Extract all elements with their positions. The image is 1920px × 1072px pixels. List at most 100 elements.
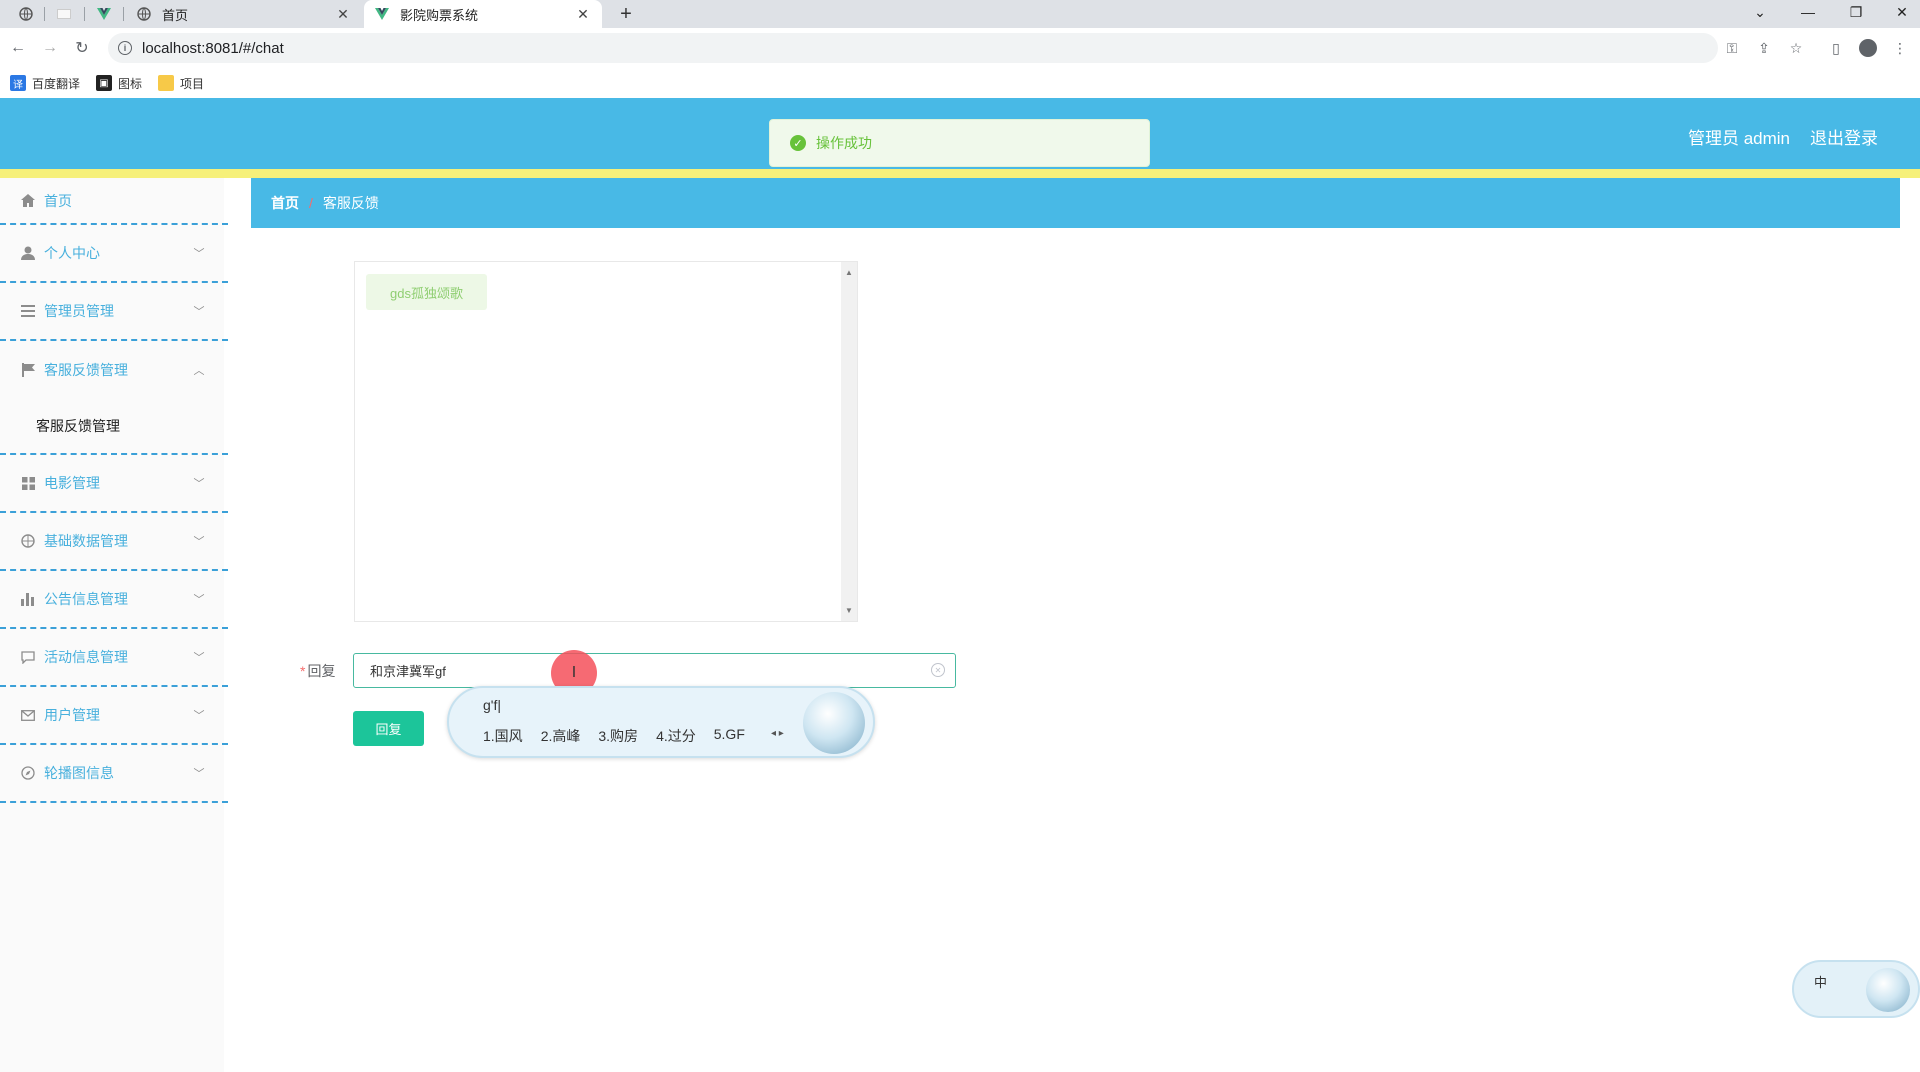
bookmark-label: 百度翻译 <box>32 76 81 91</box>
chat-message-text: gds孤独颂歌 <box>390 285 463 301</box>
sidebar-item-label: 电影管理 <box>44 475 100 491</box>
star-icon[interactable]: ☆ <box>1784 36 1808 60</box>
side-panel-icon[interactable]: ▯ <box>1824 36 1848 60</box>
close-icon[interactable]: ✕ <box>574 5 592 23</box>
sidebar-item-label: 基础数据管理 <box>44 533 128 549</box>
tab-label: 影院购票系统 <box>400 7 479 23</box>
share-icon[interactable]: ⇪ <box>1752 36 1776 60</box>
close-icon[interactable]: ✕ <box>334 5 352 23</box>
pinned-tab-blank[interactable] <box>52 2 76 26</box>
sidebar-item-carousel-info[interactable]: 轮播图信息 ﹀ <box>0 745 228 803</box>
breadcrumb-separator: / <box>309 195 313 211</box>
text-cursor-icon: I <box>571 664 577 681</box>
sidebar-item-label: 公告信息管理 <box>44 591 128 607</box>
ime-candidate[interactable]: 5.GF <box>714 726 745 746</box>
ime-candidate[interactable]: 4.过分 <box>656 726 696 746</box>
toast-message: 操作成功 <box>816 135 872 151</box>
browser-tab-strip: 首页 ✕ 影院购票系统 ✕ + ⌄ — ❐ ✕ <box>0 0 1920 28</box>
reply-button[interactable]: 回复 <box>353 711 424 746</box>
ime-candidate-list: 1.国风 2.高峰 3.购房 4.过分 5.GF <box>483 726 763 746</box>
close-window-button[interactable]: ✕ <box>1884 0 1920 24</box>
address-toolbar: ← → ↻ i localhost:8081/#/chat ⚿ ⇪ ☆ ▯ ⋮ <box>0 28 1920 68</box>
bookmark-translate[interactable]: 译 百度翻译 <box>10 75 80 92</box>
sidebar-item-personal-center[interactable]: 个人中心 ﹀ <box>0 225 228 283</box>
vue-icon <box>97 8 111 20</box>
ime-skin-decoration <box>1866 968 1910 1012</box>
sidebar-item-home[interactable]: 首页 <box>0 178 228 225</box>
reply-input[interactable]: 和京津冀军gf ✕ <box>353 653 956 688</box>
globe-icon <box>136 6 152 22</box>
pinned-tab-vue[interactable] <box>92 2 116 26</box>
breadcrumb-home[interactable]: 首页 <box>271 193 299 213</box>
submenu-item-feedback-management[interactable]: 客服反馈管理 <box>0 399 228 455</box>
info-icon[interactable]: i <box>118 41 132 55</box>
ime-candidate[interactable]: 3.购房 <box>598 726 638 746</box>
logout-link[interactable]: 退出登录 <box>1810 124 1878 149</box>
check-circle-icon: ✓ <box>790 135 806 151</box>
header-stripe <box>0 169 1920 178</box>
sidebar-item-user-management[interactable]: 用户管理 ﹀ <box>0 687 228 745</box>
tab-cinema-system[interactable]: 影院购票系统 ✕ <box>364 0 602 28</box>
reply-label: * 回复 <box>300 661 335 681</box>
tab-search-icon[interactable]: ⌄ <box>1742 0 1778 24</box>
profile-icon[interactable] <box>1856 36 1880 60</box>
ime-page-arrows-icon[interactable]: ◂ ▸ <box>771 728 784 739</box>
sidebar-item-notice-management[interactable]: 公告信息管理 ﹀ <box>0 571 228 629</box>
clear-icon[interactable]: ✕ <box>931 663 945 677</box>
ime-candidate[interactable]: 1.国风 <box>483 726 523 746</box>
bar-chart-icon <box>20 591 36 607</box>
chevron-down-icon: ﹀ <box>193 710 205 722</box>
grid-icon <box>20 475 36 491</box>
minimize-button[interactable]: — <box>1790 0 1826 24</box>
key-icon[interactable]: ⚿ <box>1720 36 1744 60</box>
chevron-down-icon: ﹀ <box>193 306 205 318</box>
submenu-item-label: 客服反馈管理 <box>36 418 120 434</box>
chat-scrollbar[interactable]: ▲ ▼ <box>841 262 857 621</box>
chevron-down-icon: ﹀ <box>193 594 205 606</box>
chat-icon <box>20 649 36 665</box>
ime-composition: g'f| <box>483 697 501 713</box>
sidebar-item-label: 轮播图信息 <box>44 765 114 781</box>
new-tab-button[interactable]: + <box>614 2 638 26</box>
chat-history[interactable]: gds孤独颂歌 ▲ ▼ <box>354 261 858 622</box>
ime-candidate-window: g'f| 1.国风 2.高峰 3.购房 4.过分 5.GF ◂ ▸ <box>447 686 875 758</box>
forward-icon[interactable]: → <box>38 36 62 60</box>
sidebar-item-label: 用户管理 <box>44 707 100 723</box>
sidebar-item-label: 管理员管理 <box>44 303 114 319</box>
bookmark-icons[interactable]: ▣ 图标 <box>96 75 142 92</box>
bookmark-project[interactable]: 项目 <box>158 75 204 92</box>
scroll-down-arrow-icon[interactable]: ▼ <box>845 606 853 615</box>
ime-status-bar[interactable]: 中 <box>1792 960 1920 1018</box>
sidebar-item-admin-management[interactable]: 管理员管理 ﹀ <box>0 283 228 341</box>
mail-icon <box>20 707 36 723</box>
list-icon <box>20 303 36 319</box>
back-icon[interactable]: ← <box>6 36 30 60</box>
sidebar-item-activity-management[interactable]: 活动信息管理 ﹀ <box>0 629 228 687</box>
sidebar-item-movie-management[interactable]: 电影管理 ﹀ <box>0 455 228 513</box>
tab-home[interactable]: 首页 ✕ <box>126 0 362 28</box>
url-bar[interactable]: i localhost:8081/#/chat <box>108 33 1718 63</box>
sidebar-item-label: 首页 <box>44 192 72 209</box>
compass-icon <box>20 765 36 781</box>
sidebar-item-base-data-management[interactable]: 基础数据管理 ﹀ <box>0 513 228 571</box>
scroll-up-arrow-icon[interactable]: ▲ <box>845 268 853 277</box>
menu-kebab-icon[interactable]: ⋮ <box>1888 36 1912 60</box>
restore-button[interactable]: ❐ <box>1838 0 1874 24</box>
reload-icon[interactable]: ↻ <box>70 36 94 60</box>
blank-page-icon <box>57 9 71 19</box>
ime-language-indicator[interactable]: 中 <box>1814 972 1827 991</box>
chevron-down-icon: ﹀ <box>193 652 205 664</box>
current-user: 管理员 admin <box>1687 129 1790 148</box>
sidebar-item-label: 个人中心 <box>44 245 100 261</box>
globe-icon <box>20 533 36 549</box>
success-toast: ✓ 操作成功 <box>769 119 1150 167</box>
chevron-up-icon: ︿ <box>193 365 205 377</box>
sidebar-item-feedback-management[interactable]: 客服反馈管理 ︿ <box>0 341 228 399</box>
bookmark-label: 项目 <box>180 76 205 91</box>
vue-icon <box>374 6 390 22</box>
ime-candidate[interactable]: 2.高峰 <box>541 726 581 746</box>
flag-icon <box>20 362 36 378</box>
user-icon <box>20 245 36 261</box>
sidebar: 首页 个人中心 ﹀ 管理员管理 ﹀ 客服反馈管理 ︿ 客服反馈管理 电影管理 ﹀ <box>0 178 228 1072</box>
pinned-tab-globe[interactable] <box>14 2 38 26</box>
